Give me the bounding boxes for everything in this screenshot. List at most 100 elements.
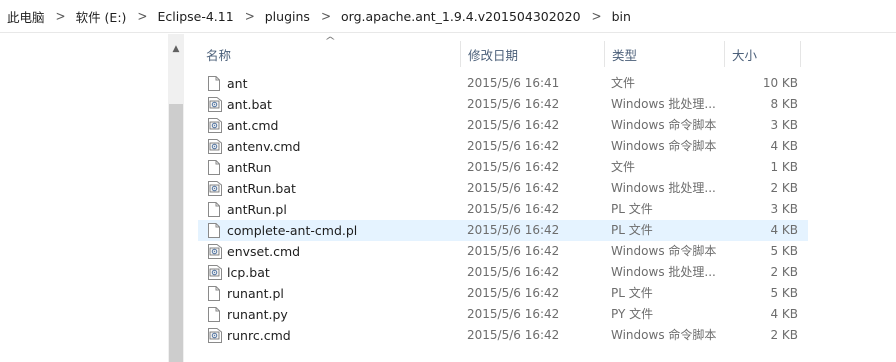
file-name: runant.pl [227,286,284,301]
column-header-date[interactable]: 修改日期 [460,41,604,67]
file-name: ant.cmd [227,118,279,133]
file-size: 5 KB [770,244,798,258]
file-type: Windows 批处理... [611,265,716,279]
file-type: PL 文件 [611,202,653,216]
file-name: antRun.bat [227,181,296,196]
file-modified-date: 2015/5/6 16:42 [467,265,560,279]
blank-file-icon [208,286,220,301]
file-modified-date: 2015/5/6 16:42 [467,244,560,258]
file-type: Windows 命令脚本 [611,118,717,132]
file-name: complete-ant-cmd.pl [227,223,358,238]
file-row[interactable]: runant.py 2015/5/6 16:42 PY 文件 4 KB [198,304,808,325]
file-type: Windows 命令脚本 [611,328,717,342]
breadcrumb-item[interactable]: plugins [264,9,311,24]
scroll-up-arrow-icon[interactable]: ▲ [168,34,184,64]
file-size: 4 KB [770,223,798,237]
file-modified-date: 2015/5/6 16:42 [467,202,560,216]
file-size: 10 KB [762,76,798,90]
breadcrumb-chevron-icon[interactable]: > [592,8,602,23]
file-type: Windows 批处理... [611,97,716,111]
file-row[interactable]: antRun.bat 2015/5/6 16:42 Windows 批处理... 2 … [198,178,808,199]
file-row[interactable]: runrc.cmd 2015/5/6 16:42 Windows 命令脚本 2 KB [198,325,808,346]
breadcrumb-chevron-icon[interactable]: > [137,8,147,23]
breadcrumb: 此电脑 > 软件 (E:) > Eclipse-4.11 > plugins > org.apa… [0,0,896,33]
file-modified-date: 2015/5/6 16:42 [467,118,560,132]
file-row[interactable]: complete-ant-cmd.pl 2015/5/6 16:42 PL 文件 4 … [198,220,808,241]
navigation-pane[interactable] [0,34,168,362]
breadcrumb-item[interactable]: bin [611,9,632,24]
file-name: antenv.cmd [227,139,301,154]
file-row[interactable]: lcp.bat 2015/5/6 16:42 Windows 批处理... 2 KB [198,262,808,283]
scroll-thumb[interactable] [169,104,183,362]
file-row[interactable]: antRun.pl 2015/5/6 16:42 PL 文件 3 KB [198,199,808,220]
file-size: 8 KB [770,97,798,111]
file-modified-date: 2015/5/6 16:42 [467,286,560,300]
file-name: antRun.pl [227,202,287,217]
file-type: Windows 命令脚本 [611,139,717,153]
file-size: 2 KB [770,328,798,342]
breadcrumb-item[interactable]: 软件 (E:) [75,7,128,26]
batch-file-icon [208,265,222,280]
file-list: ant 2015/5/6 16:41 文件 10 KB ant.bat 2015/5/6 … [198,73,808,346]
file-modified-date: 2015/5/6 16:42 [467,307,560,321]
blank-file-icon [208,76,220,91]
file-row[interactable]: ant.cmd 2015/5/6 16:42 Windows 命令脚本 3 KB [198,115,808,136]
file-modified-date: 2015/5/6 16:42 [467,97,560,111]
file-name: antRun [227,160,272,175]
file-size: 5 KB [770,286,798,300]
file-modified-date: 2015/5/6 16:42 [467,139,560,153]
column-header: ^ 名称 修改日期 类型 大小 [190,34,896,72]
breadcrumb-item[interactable]: Eclipse-4.11 [156,9,234,24]
file-type: 文件 [611,160,636,174]
file-modified-date: 2015/5/6 16:42 [467,328,560,342]
file-row[interactable]: antRun 2015/5/6 16:42 文件 1 KB [198,157,808,178]
file-row[interactable]: envset.cmd 2015/5/6 16:42 Windows 命令脚本 5 KB [198,241,808,262]
blank-file-icon [208,307,220,322]
file-size: 4 KB [770,307,798,321]
file-modified-date: 2015/5/6 16:42 [467,181,560,195]
file-type: PL 文件 [611,286,653,300]
breadcrumb-chevron-icon[interactable]: > [245,8,255,23]
file-row[interactable]: antenv.cmd 2015/5/6 16:42 Windows 命令脚本 4 KB [198,136,808,157]
breadcrumb-chevron-icon[interactable]: > [56,8,66,23]
batch-file-icon [208,97,222,112]
navigation-scrollbar[interactable]: ▲ [168,34,184,362]
file-name: ant [227,76,248,91]
file-size: 1 KB [770,160,798,174]
file-name: envset.cmd [227,244,301,259]
file-row[interactable]: runant.pl 2015/5/6 16:42 PL 文件 5 KB [198,283,808,304]
file-name: lcp.bat [227,265,270,280]
file-size: 4 KB [770,139,798,153]
file-type: 文件 [611,76,636,90]
file-size: 2 KB [770,265,798,279]
file-size: 3 KB [770,202,798,216]
file-row[interactable]: ant 2015/5/6 16:41 文件 10 KB [198,73,808,94]
column-divider[interactable] [800,41,801,67]
file-row[interactable]: ant.bat 2015/5/6 16:42 Windows 批处理... 8 KB [198,94,808,115]
file-name: runant.py [227,307,288,322]
file-size: 2 KB [770,181,798,195]
file-modified-date: 2015/5/6 16:42 [467,160,560,174]
file-name: ant.bat [227,97,272,112]
column-header-type[interactable]: 类型 [604,41,724,67]
file-type: PY 文件 [611,307,654,321]
batch-file-icon [208,139,222,154]
file-size: 3 KB [770,118,798,132]
breadcrumb-chevron-icon[interactable]: > [321,8,331,23]
file-type: PL 文件 [611,223,653,237]
blank-file-icon [208,202,220,217]
file-type: Windows 批处理... [611,181,716,195]
file-modified-date: 2015/5/6 16:42 [467,223,560,237]
breadcrumb-item[interactable]: 此电脑 [6,7,46,26]
batch-file-icon [208,118,222,133]
blank-file-icon [208,223,220,238]
column-header-name[interactable]: 名称 [198,41,460,67]
blank-file-icon [208,160,220,175]
batch-file-icon [208,181,222,196]
file-name: runrc.cmd [227,328,291,343]
batch-file-icon [208,328,222,343]
breadcrumb-item[interactable]: org.apache.ant_1.9.4.v201504302020 [340,9,582,24]
file-type: Windows 命令脚本 [611,244,717,258]
file-modified-date: 2015/5/6 16:41 [467,76,560,90]
column-header-size[interactable]: 大小 [724,41,800,67]
